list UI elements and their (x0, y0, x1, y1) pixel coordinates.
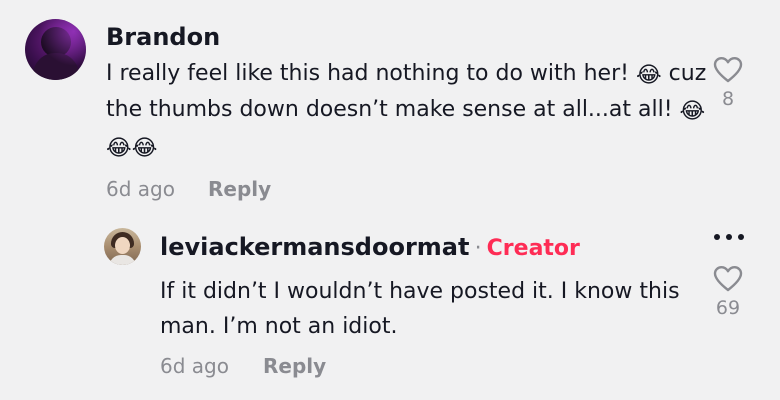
reply-username[interactable]: leviackermansdoormat (160, 233, 469, 261)
like-button[interactable]: 69 (708, 265, 748, 319)
laughing-emoji: 😂 (635, 63, 662, 88)
laughing-emoji: 😂 (106, 136, 132, 161)
avatar[interactable] (104, 228, 141, 265)
reply-timestamp: 6d ago (160, 354, 229, 378)
comment-text-line1: I really feel like this had nothing to d… (106, 61, 629, 86)
like-count: 69 (715, 297, 741, 319)
laughing-emoji: 😂 (679, 99, 706, 124)
comment-timestamp: 6d ago (106, 177, 175, 201)
heart-outline-icon (713, 266, 743, 297)
avatar-shirt (109, 255, 136, 265)
comment-username[interactable]: Brandon (106, 22, 220, 52)
separator: · (474, 236, 482, 261)
comment-text: I really feel like this had nothing to d… (106, 58, 706, 90)
like-button[interactable]: 8 (708, 56, 748, 110)
reply-header: leviackermansdoormat · Creator (160, 232, 580, 262)
comment-text-line2-body: the thumbs down doesn’t make sense at al… (106, 97, 673, 122)
laughing-emoji: 😂 (131, 136, 158, 161)
comment-text-line3: 😂😂 (106, 131, 157, 163)
more-options-icon[interactable] (712, 228, 746, 247)
avatar[interactable] (25, 19, 86, 80)
reply-button[interactable]: Reply (263, 353, 326, 379)
reply-text-line2: man. I’m not an idiot. (160, 314, 398, 339)
avatar-glow (25, 19, 86, 80)
comment-text-line1-tail: cuz (668, 61, 707, 86)
avatar-face (115, 237, 130, 254)
creator-badge: Creator (486, 236, 580, 261)
reply-button[interactable]: Reply (208, 176, 271, 202)
comment-text-line2: the thumbs down doesn’t make sense at al… (106, 94, 705, 126)
heart-outline-icon (713, 57, 743, 88)
reply-text-line1: If it didn’t I wouldn’t have posted it. … (160, 279, 680, 304)
like-count: 8 (721, 88, 735, 110)
